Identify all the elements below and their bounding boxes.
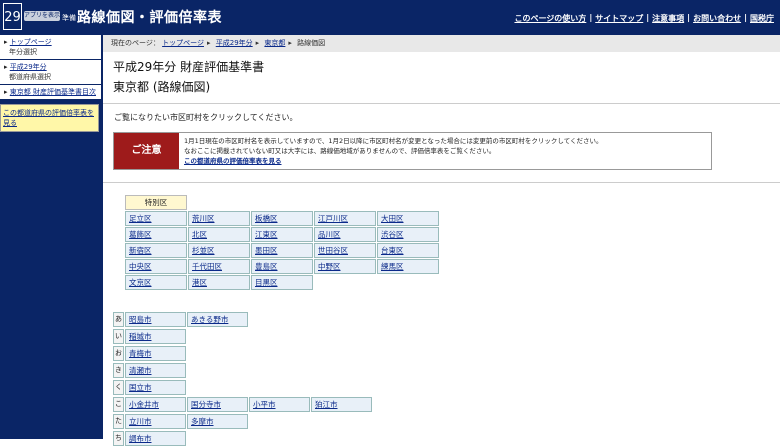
city-row: あ昭島市 あきる野市 [113, 312, 373, 328]
ward-link[interactable]: 北区 [188, 227, 250, 242]
notice-text: 1月1日現在の市区町村名を表示していますので、1月2日以降に市区町村名が変更とな… [184, 136, 704, 166]
sidebar-panel: ▸ トップページ 年分選択 ▸ 平成29年分 都道府県選択 ▸ 東京都 財産評価… [0, 35, 101, 100]
sidebar-rate-table-box: この都道府県の評価倍率表を見る [0, 104, 99, 132]
ward-link[interactable]: 台東区 [377, 243, 439, 258]
nav-sitemap[interactable]: サイトマップ [595, 13, 643, 24]
kana-index: お [113, 346, 124, 361]
ward-link[interactable]: 港区 [188, 275, 250, 290]
city-row: く国立市 [113, 380, 373, 396]
breadcrumb-top[interactable]: トップページ [162, 39, 204, 47]
city-link[interactable]: 小平市 [249, 397, 310, 412]
ward-grid: 足立区 荒川区 板橋区 江戸川区 大田区葛飾区 北区 江東区 品川区 渋谷区新宿区 杉並区 墨田区世… [125, 211, 439, 290]
ward-link[interactable]: 中野区 [314, 259, 376, 274]
ward-link[interactable]: 練馬区 [377, 259, 439, 274]
city-row: こ小金井市 国分寺市 小平市 狛江市 [113, 397, 373, 413]
city-row: き清瀬市 [113, 363, 373, 379]
city-link[interactable]: 狛江市 [311, 397, 372, 412]
ward-link[interactable]: 渋谷区 [377, 227, 439, 242]
city-link[interactable]: 清瀬市 [125, 363, 186, 378]
breadcrumb-prefix: 現在のページ： [111, 39, 160, 47]
ward-link[interactable]: 葛飾区 [125, 227, 187, 242]
kana-index: こ [113, 397, 124, 412]
ward-link[interactable]: 文京区 [125, 275, 187, 290]
city-row: お青梅市 [113, 346, 373, 362]
ward-link[interactable]: 豊島区 [251, 259, 313, 274]
breadcrumb: 現在のページ： トップページ ▸ 平成29年分 ▸ 東京都 ▸ 路線価図 [103, 35, 780, 52]
notice-badge: ご注意 [114, 133, 179, 169]
kana-index: あ [113, 312, 124, 327]
sidebar: ▸ トップページ 年分選択 ▸ 平成29年分 都道府県選択 ▸ 東京都 財産評価… [0, 35, 103, 439]
special-wards-header: 特別区 [125, 195, 187, 210]
kana-index: た [113, 414, 124, 429]
page-subtitle: 東京都 (路線価図) [113, 80, 211, 94]
top-nav: このページの使い方 | サイトマップ | 注意事項 | お問い合わせ | 国税庁 [514, 13, 774, 24]
sidebar-rate-table-link[interactable]: この都道府県の評価倍率表を見る [3, 109, 94, 127]
ward-link[interactable]: 江戸川区 [314, 211, 376, 226]
page-title-area: 平成29年分 財産評価基準書 東京都 (路線価図) [103, 52, 780, 104]
ward-link[interactable]: 足立区 [125, 211, 187, 226]
sidebar-link-year[interactable]: 平成29年分 [10, 63, 47, 71]
show-app-button[interactable]: アプリを表示 [24, 11, 60, 21]
sidebar-item-top: ▸ トップページ 年分選択 [0, 35, 101, 60]
sidebar-link-toc[interactable]: 東京都 財産評価基準書目次 [10, 88, 96, 96]
ward-link[interactable]: 世田谷区 [314, 243, 376, 258]
nav-contact[interactable]: お問い合わせ [693, 13, 741, 24]
ward-link[interactable]: 中央区 [125, 259, 187, 274]
nav-how-to-use[interactable]: このページの使い方 [514, 13, 586, 24]
city-link[interactable]: 国立市 [125, 380, 186, 395]
notice-line-1: 1月1日現在の市区町村名を表示していますので、1月2日以降に市区町村名が変更とな… [184, 137, 603, 145]
kana-index: き [113, 363, 124, 378]
ward-link[interactable]: 品川区 [314, 227, 376, 242]
sidebar-sub-label: 都道府県選択 [9, 73, 51, 81]
city-link[interactable]: あきる野市 [187, 312, 248, 327]
divider [103, 182, 780, 183]
kana-index: い [113, 329, 124, 344]
nav-nta[interactable]: 国税庁 [750, 13, 774, 24]
city-row: た立川市 多摩市 [113, 414, 373, 430]
city-row: い稲城市 [113, 329, 373, 345]
kana-index: く [113, 380, 124, 395]
ward-link[interactable]: 墨田区 [251, 243, 313, 258]
ward-link[interactable]: 江東区 [251, 227, 313, 242]
main-content: 現在のページ： トップページ ▸ 平成29年分 ▸ 東京都 ▸ 路線価図 平成29年分… [103, 35, 780, 446]
city-link[interactable]: 小金井市 [125, 397, 186, 412]
breadcrumb-current: 路線価図 [297, 39, 326, 47]
sidebar-item-toc: ▸ 東京都 財産評価基準書目次 [0, 85, 101, 100]
notice-rate-table-link[interactable]: この都道府県の評価倍率表を見る [184, 157, 282, 165]
ward-link[interactable]: 新宿区 [125, 243, 187, 258]
header-small-label: 準備 [62, 14, 76, 22]
city-link[interactable]: 多摩市 [187, 414, 248, 429]
breadcrumb-year[interactable]: 平成29年分 [216, 39, 253, 47]
ward-link[interactable]: 千代田区 [188, 259, 250, 274]
instruction-text: ご覧になりたい市区町村をクリックしてください。 [114, 113, 298, 122]
site-title: 路線価図・評価倍率表 [77, 10, 222, 26]
notice-line-2: なおここに掲載されていない町又は大字には、路線価地域がありませんので、評価倍率表… [184, 147, 496, 155]
ward-link[interactable]: 荒川区 [188, 211, 250, 226]
city-link[interactable]: 立川市 [125, 414, 186, 429]
ward-link[interactable]: 大田区 [377, 211, 439, 226]
sidebar-item-year: ▸ 平成29年分 都道府県選択 [0, 60, 101, 85]
city-link[interactable]: 青梅市 [125, 346, 186, 361]
city-link[interactable]: 昭島市 [125, 312, 186, 327]
sidebar-link-top[interactable]: トップページ [10, 38, 52, 46]
breadcrumb-tokyo[interactable]: 東京都 [264, 39, 285, 47]
page-title: 平成29年分 財産評価基準書 [113, 60, 265, 74]
nav-notes[interactable]: 注意事項 [652, 13, 684, 24]
ward-link[interactable]: 板橋区 [251, 211, 313, 226]
city-link[interactable]: 国分寺市 [187, 397, 248, 412]
site-header: 29 アプリを表示 準備 路線価図・評価倍率表 このページの使い方 | サイトマッ… [0, 0, 780, 35]
notice-box: ご注意 1月1日現在の市区町村名を表示していますので、1月2日以降に市区町村名が… [113, 132, 712, 170]
ward-link[interactable]: 杉並区 [188, 243, 250, 258]
city-link[interactable]: 稲城市 [125, 329, 186, 344]
city-row: ち調布市 [113, 431, 373, 447]
sidebar-sub-label: 年分選択 [9, 48, 37, 56]
city-list: あ昭島市 あきる野市い稲城市お青梅市き清瀬市く国立市こ小金井市 国分寺市 小平市 狛江市… [113, 312, 373, 448]
ward-link[interactable]: 目黒区 [251, 275, 313, 290]
year-logo: 29 [3, 3, 22, 30]
